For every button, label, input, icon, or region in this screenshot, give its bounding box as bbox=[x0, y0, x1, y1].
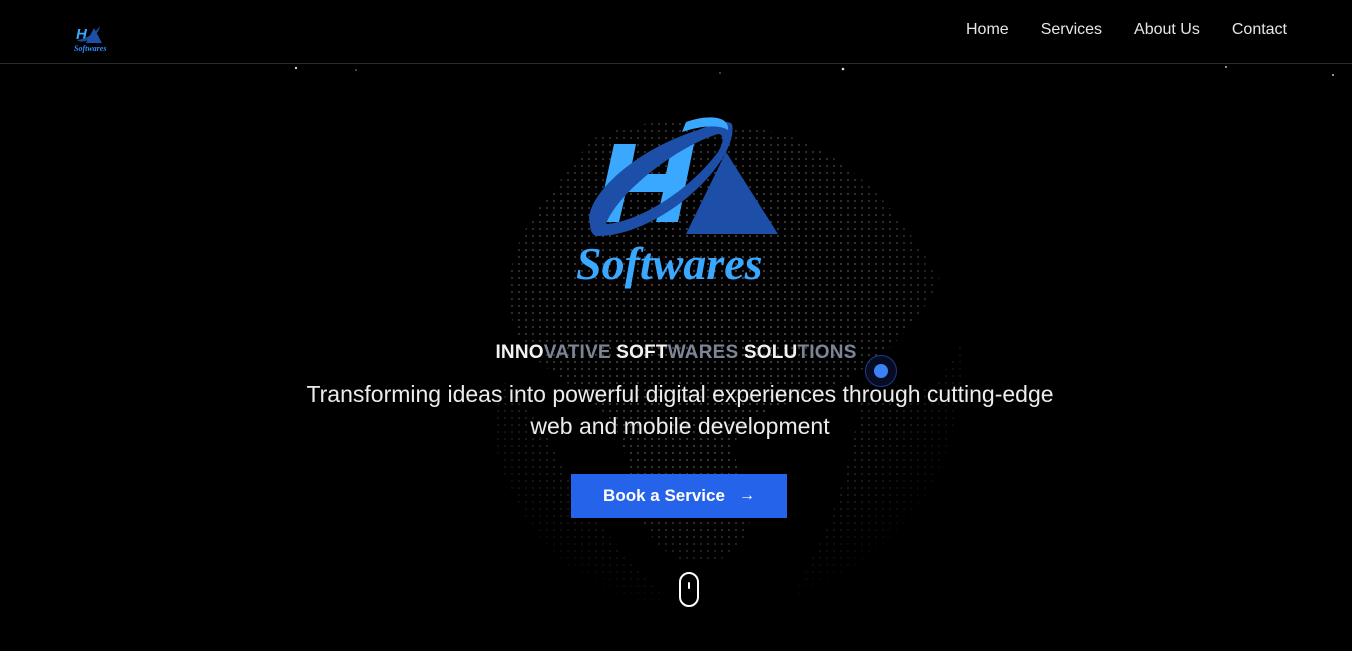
nav-contact-link[interactable]: Contact bbox=[1232, 20, 1287, 40]
book-service-button[interactable]: Book a Service → bbox=[571, 474, 787, 518]
arrow-right-icon: → bbox=[738, 487, 755, 504]
ha-hero-logo-icon bbox=[589, 117, 778, 236]
tagline-part: INNO bbox=[495, 342, 544, 363]
tagline-part: WARES bbox=[667, 342, 739, 363]
page: H Softwares Home Services About Us Conta… bbox=[0, 0, 1352, 651]
nav-services-link[interactable]: Services bbox=[1041, 20, 1102, 40]
nav-home-link[interactable]: Home bbox=[966, 20, 1009, 40]
nav-about-link[interactable]: About Us bbox=[1134, 20, 1200, 40]
tagline-part: VATIVE bbox=[543, 342, 611, 363]
hero-subtitle: Transforming ideas into powerful digital… bbox=[306, 381, 1054, 439]
site-header: H Softwares Home Services About Us Conta… bbox=[0, 0, 1352, 64]
mouse-scroll-icon[interactable] bbox=[679, 572, 699, 607]
cursor-dot-icon bbox=[874, 364, 888, 378]
tagline-part: TIONS bbox=[797, 342, 857, 363]
cursor-indicator bbox=[865, 355, 897, 387]
hero-logo: Softwares bbox=[568, 112, 798, 292]
header-logo[interactable]: H Softwares bbox=[72, 22, 112, 54]
main-nav: Home Services About Us Contact bbox=[966, 20, 1287, 40]
hero-logo-word: Softwares bbox=[576, 238, 763, 289]
tagline-part: SOLU bbox=[743, 342, 798, 363]
ha-logo-icon: H bbox=[76, 26, 102, 43]
hero-tagline: INNOVATIVE SOFTWARES SOLUTIONS bbox=[0, 342, 1352, 364]
book-service-label: Book a Service bbox=[603, 486, 725, 505]
tagline-part: SOFT bbox=[616, 342, 668, 363]
header-logo-word: Softwares bbox=[74, 44, 107, 53]
mouse-wheel bbox=[688, 582, 690, 589]
